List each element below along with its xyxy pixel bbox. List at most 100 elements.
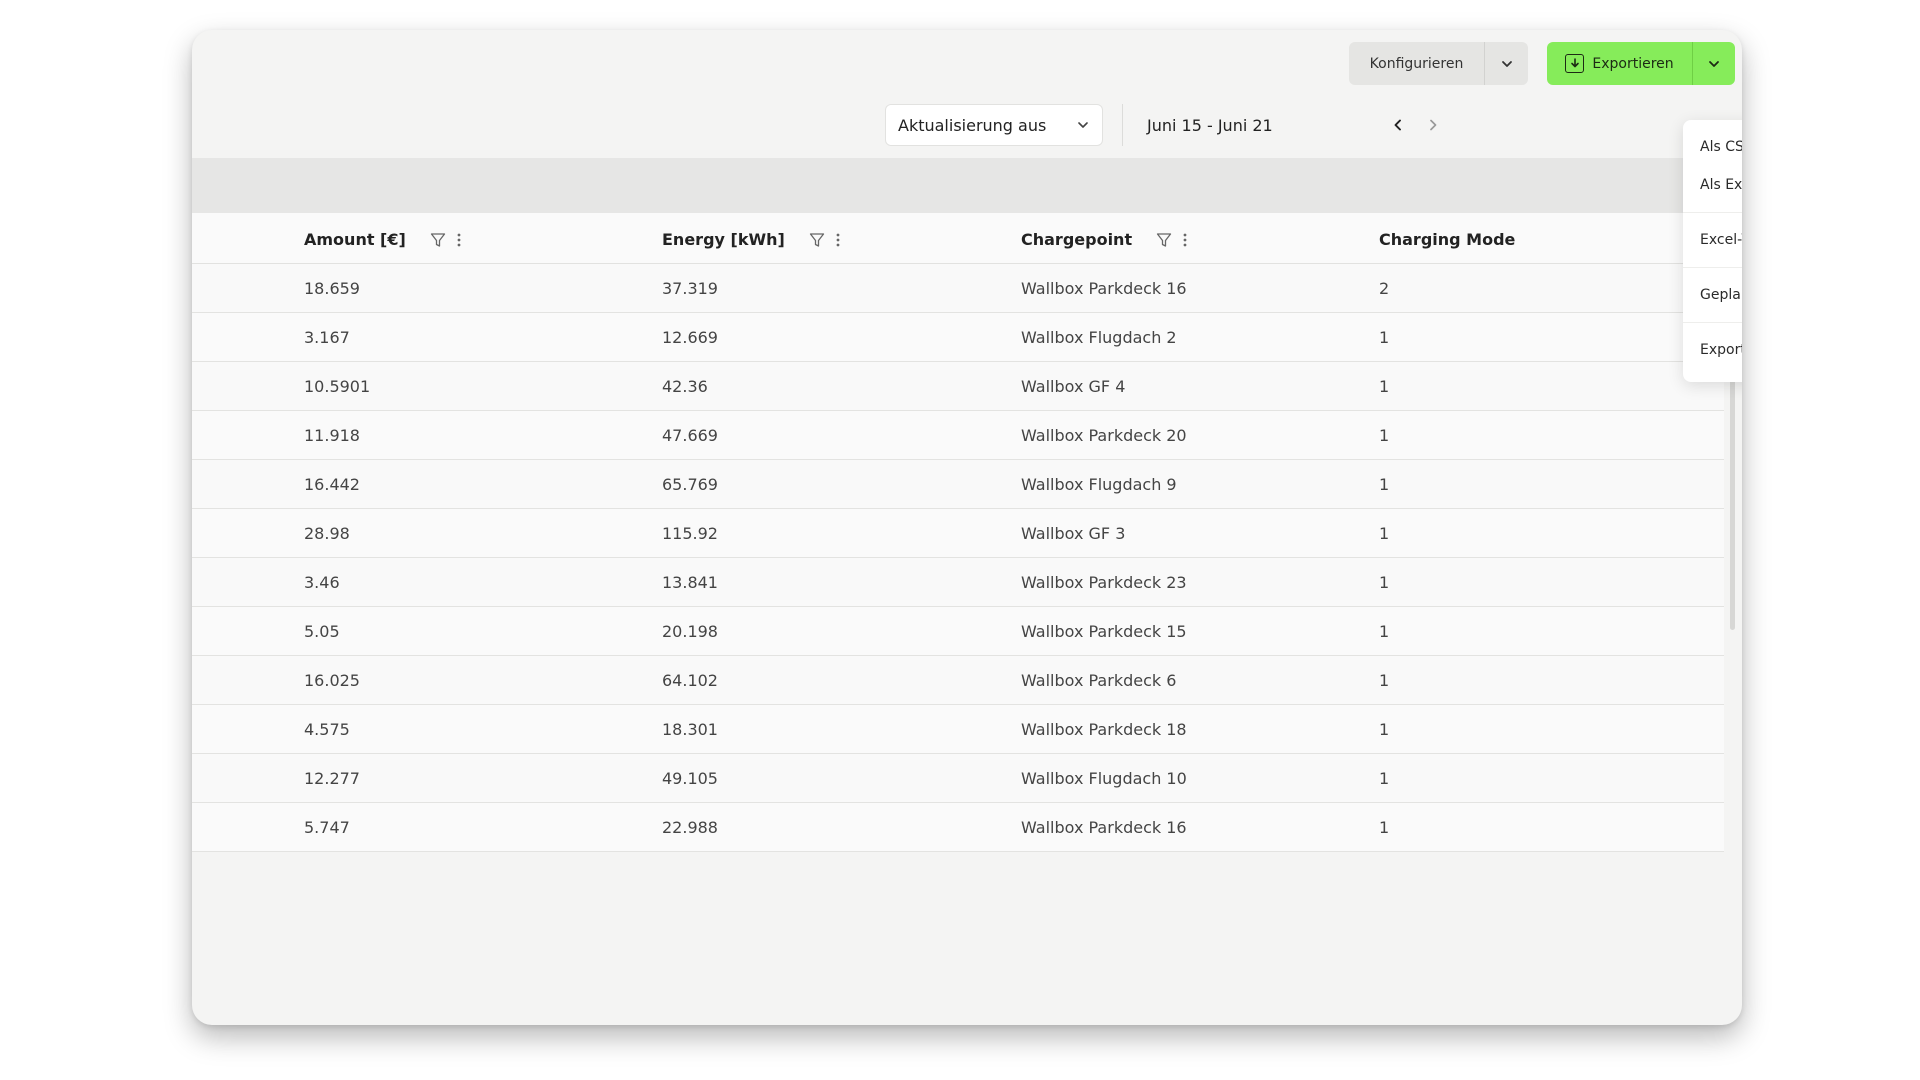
column-header-label: Energy [kWh] [662,230,785,249]
refresh-select[interactable]: Aktualisierung aus [885,104,1103,146]
cell-chargepoint: Wallbox Flugdach 10 [1021,769,1187,788]
cell-energy: 42.36 [662,377,708,396]
cell-energy: 115.92 [662,524,718,543]
column-header-chargepoint[interactable]: Chargepoint [1021,230,1188,249]
table-row[interactable]: 4.575 18.301 Wallbox Parkdeck 18 1 [192,705,1724,754]
export-dropdown-button[interactable] [1693,42,1735,85]
table-row[interactable]: 3.167 12.669 Wallbox Flugdach 2 1 [192,313,1724,362]
cell-amount: 11.918 [304,426,360,445]
menu-item-export-csv[interactable]: Als CSV-Datei exportieren [1683,128,1742,166]
cell-amount: 3.167 [304,328,350,347]
filter-icon[interactable] [430,232,446,248]
configure-dropdown-button[interactable] [1485,42,1528,85]
menu-item-scheduled-reports[interactable]: Geplante Berichte [1683,276,1742,314]
cell-amount: 5.747 [304,818,350,837]
cell-charging-mode: 1 [1379,328,1390,347]
cell-amount: 16.025 [304,671,360,690]
date-range[interactable]: Juni 15 - Juni 21 [1147,116,1273,135]
table-row[interactable]: 12.277 49.105 Wallbox Flugdach 10 1 [192,754,1724,803]
configure-button[interactable]: Konfigurieren [1349,42,1485,85]
cell-amount: 10.5901 [304,377,371,396]
cell-energy: 18.301 [662,720,718,739]
filter-icon[interactable] [809,232,825,248]
table-row[interactable]: 10.5901 42.36 Wallbox GF 4 1 [192,362,1724,411]
more-vertical-icon[interactable] [456,232,462,248]
cell-energy: 22.988 [662,818,718,837]
cell-energy: 37.319 [662,279,718,298]
more-vertical-icon[interactable] [1182,232,1188,248]
cell-chargepoint: Wallbox Parkdeck 16 [1021,279,1187,298]
cell-energy: 20.198 [662,622,718,641]
table-row[interactable]: 16.442 65.769 Wallbox Flugdach 9 1 [192,460,1724,509]
menu-separator [1683,267,1742,268]
previous-week-button[interactable] [1387,114,1409,136]
table-body: 18.659 37.319 Wallbox Parkdeck 16 2 3.16… [192,264,1724,852]
cell-energy: 12.669 [662,328,718,347]
chevron-down-icon [1078,122,1088,128]
column-header-charging-mode[interactable]: Charging Mode [1379,230,1515,249]
cell-energy: 65.769 [662,475,718,494]
cell-charging-mode: 1 [1379,671,1390,690]
refresh-select-value: Aktualisierung aus [898,115,1047,135]
export-button[interactable]: Exportieren [1547,42,1693,85]
table-row[interactable]: 5.747 22.988 Wallbox Parkdeck 16 1 [192,803,1724,852]
cell-chargepoint: Wallbox Parkdeck 23 [1021,573,1187,592]
table-row[interactable]: 5.05 20.198 Wallbox Parkdeck 15 1 [192,607,1724,656]
menu-item-excel-templates[interactable]: Excel-Vorlagen [1683,221,1742,259]
cell-chargepoint: Wallbox Parkdeck 6 [1021,671,1177,690]
cell-charging-mode: 1 [1379,475,1390,494]
column-header-label: Amount [€] [304,230,406,249]
cell-charging-mode: 1 [1379,622,1390,641]
cell-energy: 47.669 [662,426,718,445]
cell-chargepoint: Wallbox Parkdeck 20 [1021,426,1187,445]
cell-charging-mode: 1 [1379,720,1390,739]
column-header-energy[interactable]: Energy [kWh] [662,230,841,249]
cell-charging-mode: 1 [1379,426,1390,445]
chevron-down-icon [1501,60,1512,67]
menu-item-export-excel[interactable]: Als Excel-Tabelle exportieren [1683,166,1742,204]
cell-amount: 4.575 [304,720,350,739]
column-header-label: Chargepoint [1021,230,1133,249]
cell-chargepoint: Wallbox Flugdach 9 [1021,475,1177,494]
cell-charging-mode: 1 [1379,818,1390,837]
cell-amount: 28.98 [304,524,350,543]
cell-charging-mode: 2 [1379,279,1390,298]
menu-separator [1683,212,1742,213]
table-row[interactable]: 16.025 64.102 Wallbox Parkdeck 6 1 [192,656,1724,705]
chevron-left-icon [1394,119,1401,131]
table-row[interactable]: 3.46 13.841 Wallbox Parkdeck 23 1 [192,558,1724,607]
menu-item-export-archive[interactable]: Exportarchiv [1683,331,1742,369]
cell-charging-mode: 1 [1379,524,1390,543]
menu-item-label: Geplante Berichte [1700,287,1742,303]
chevron-right-icon [1430,119,1437,131]
column-header-amount[interactable]: Amount [€] [304,230,462,249]
sessions-table: Amount [€] Energy [kWh] Chargepoint Char… [192,213,1724,852]
table-header: Amount [€] Energy [kWh] Chargepoint Char… [192,213,1724,264]
menu-separator [1683,322,1742,323]
cell-energy: 49.105 [662,769,718,788]
export-button-group: Exportieren [1547,42,1735,85]
table-toolbar-band [192,158,1742,213]
cell-chargepoint: Wallbox GF 4 [1021,377,1126,396]
next-week-button[interactable] [1422,114,1444,136]
column-header-label: Charging Mode [1379,230,1516,249]
table-row[interactable]: 11.918 47.669 Wallbox Parkdeck 20 1 [192,411,1724,460]
cell-chargepoint: Wallbox GF 3 [1021,524,1126,543]
cell-chargepoint: Wallbox Parkdeck 18 [1021,720,1187,739]
cell-amount: 3.46 [304,573,340,592]
table-row[interactable]: 28.98 115.92 Wallbox GF 3 1 [192,509,1724,558]
cell-charging-mode: 1 [1379,769,1390,788]
cell-amount: 5.05 [304,622,340,641]
cell-amount: 12.277 [304,769,360,788]
export-menu: Als CSV-Datei exportieren Als Excel-Tabe… [1683,120,1742,382]
configure-button-group: Konfigurieren [1349,42,1528,85]
cell-charging-mode: 1 [1379,377,1390,396]
table-row[interactable]: 18.659 37.319 Wallbox Parkdeck 16 2 [192,264,1724,313]
cell-amount: 18.659 [304,279,360,298]
table-scrollbar[interactable] [1730,360,1735,630]
more-vertical-icon[interactable] [835,232,841,248]
cell-energy: 64.102 [662,671,718,690]
export-button-label: Exportieren [1592,55,1674,72]
filter-icon[interactable] [1156,232,1172,248]
toolbar-divider [1122,104,1123,146]
